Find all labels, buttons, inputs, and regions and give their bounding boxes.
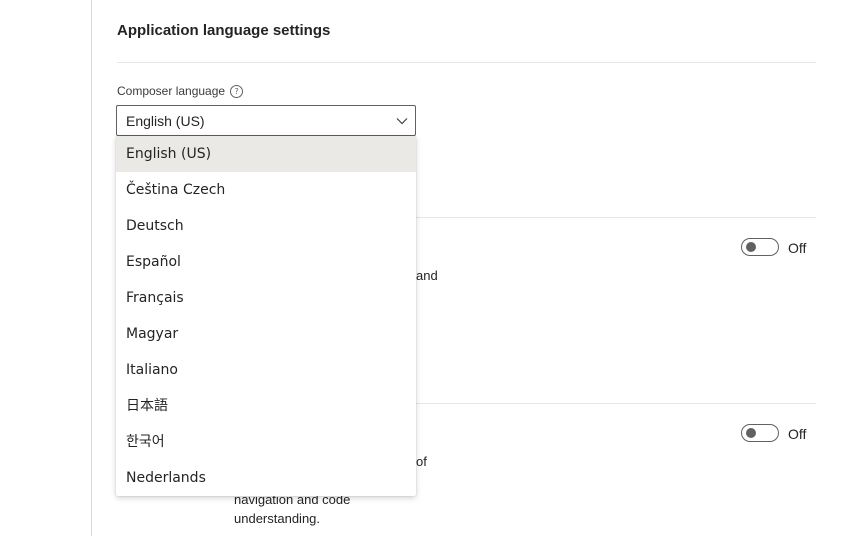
language-option-italiano[interactable]: Italiano [116,352,416,388]
settings-page: Application language settings Composer l… [0,0,866,536]
composer-language-label-row: Composer language ? [117,84,244,98]
composer-language-selected-value: English (US) [126,113,205,129]
toggle-knob [746,428,756,438]
language-option-magyar[interactable]: Magyar [116,316,416,352]
language-option-espanol[interactable]: Español [116,244,416,280]
composer-language-dropdown: English (US) Čeština Czech Deutsch Españ… [116,136,416,496]
setting-1-toggle[interactable] [741,238,779,256]
language-option-korean[interactable]: 한국어 [116,424,416,460]
setting-1-toggle-label: Off [788,240,807,256]
chevron-down-icon [396,118,408,125]
language-option-francais[interactable]: Français [116,280,416,316]
left-navigation-rail [0,0,92,536]
setting-2-description-line1: of [416,454,427,469]
language-option-deutsch[interactable]: Deutsch [116,208,416,244]
language-option-english-us[interactable]: English (US) [116,136,416,172]
section-title: Application language settings [117,22,331,39]
setting-2-description-line3: understanding. [234,511,321,526]
language-option-nederlands[interactable]: Nederlands [116,460,416,496]
divider [117,62,816,63]
language-option-czech[interactable]: Čeština Czech [116,172,416,208]
setting-2-toggle-label: Off [788,426,807,442]
language-option-japanese[interactable]: 日本語 [116,388,416,424]
composer-language-label: Composer language [117,84,226,98]
setting-1-description: and [416,268,438,283]
help-icon[interactable]: ? [230,84,244,98]
composer-language-select[interactable]: English (US) [116,105,416,136]
setting-2-toggle[interactable] [741,424,779,442]
toggle-knob [746,242,756,252]
